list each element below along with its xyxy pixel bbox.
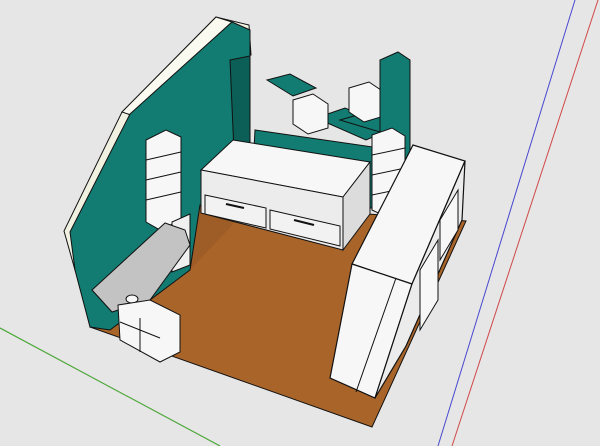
- sketchup-viewport[interactable]: [0, 0, 600, 446]
- desk-shelf-unit[interactable]: [145, 129, 182, 231]
- wall-box-2[interactable]: [348, 81, 385, 123]
- red-axis-line-2: [451, 0, 599, 446]
- wall-box-1[interactable]: [292, 93, 329, 135]
- wall-shelf-1[interactable]: [265, 73, 318, 97]
